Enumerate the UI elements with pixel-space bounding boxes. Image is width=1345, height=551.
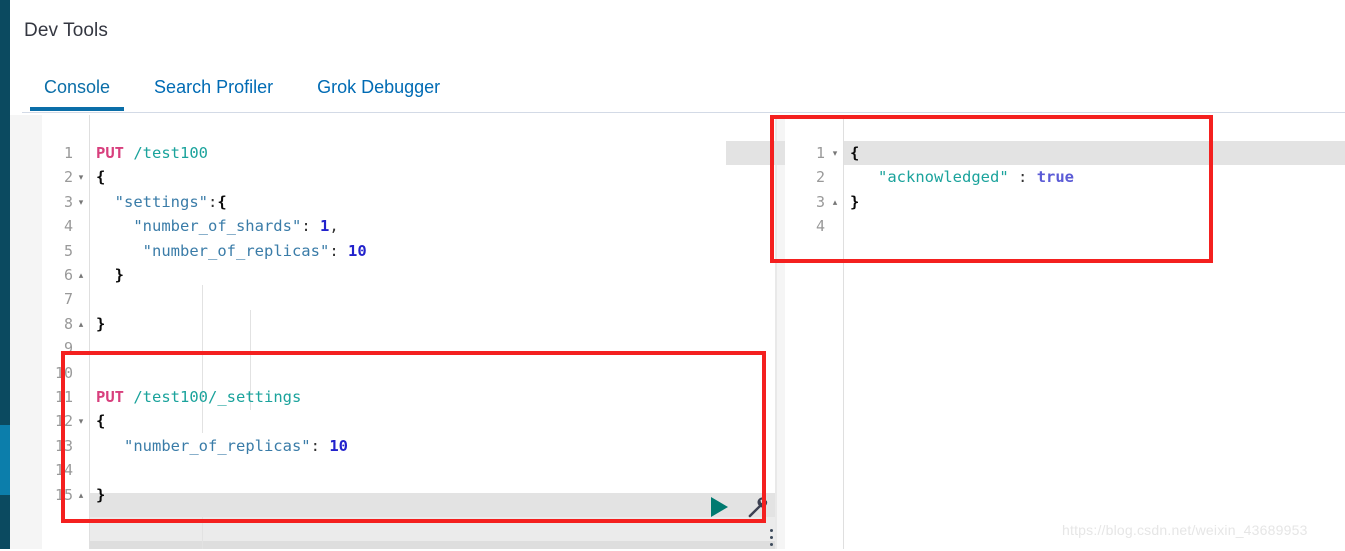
line-number: 2 <box>815 168 825 187</box>
response-gutter: 1 2 3 4 ▾ ▴ <box>785 115 844 549</box>
fold-toggle-icon[interactable]: ▴ <box>75 483 87 507</box>
line-number: 1 <box>63 144 73 162</box>
line-number: 12 <box>54 412 73 431</box>
fold-toggle-icon[interactable]: ▾ <box>75 190 87 214</box>
response-line: } <box>850 192 860 211</box>
fold-toggle-icon[interactable]: ▴ <box>829 190 841 214</box>
line-number: 6 <box>63 266 73 284</box>
request-editor[interactable]: 1 2 3 4 5 6 7 8 9 10 11 12 13 14 15 ▾ ▾ … <box>42 115 775 549</box>
line-number: 5 <box>63 241 73 260</box>
watermark: https://blog.csdn.net/weixin_43689953 <box>1062 522 1308 538</box>
code-line: { <box>96 168 106 187</box>
fold-toggle-icon[interactable]: ▾ <box>829 141 841 165</box>
pane-separator <box>775 115 777 549</box>
code-line: "number_of_shards": 1, <box>133 217 339 236</box>
code-line: "number_of_replicas": 10 <box>142 241 367 260</box>
line-number: 3 <box>63 192 73 211</box>
response-code-area: { "acknowledged" : true } <box>844 115 1345 549</box>
fold-toggle-icon[interactable]: ▴ <box>75 263 87 287</box>
line-number: 8 <box>63 314 73 333</box>
code-line: } <box>96 314 106 333</box>
tab-console[interactable]: Console <box>22 70 132 111</box>
tab-bar-divider <box>22 112 547 113</box>
code-line: PUT /test100/_settings <box>96 388 302 406</box>
fold-toggle-icon[interactable]: ▾ <box>75 165 87 189</box>
response-line: { <box>850 144 860 162</box>
code-line: "number_of_replicas": 10 <box>124 436 348 455</box>
line-number: 15 <box>54 485 73 504</box>
response-line: "acknowledged" : true <box>878 168 1075 187</box>
response-panel[interactable]: 1 2 3 4 ▾ ▴ { "acknowledged" : true } <box>726 115 1345 549</box>
line-number: 1 <box>815 144 825 162</box>
code-line: { <box>96 412 106 431</box>
tab-bar-divider-right <box>547 112 1345 113</box>
line-number: 4 <box>63 217 73 236</box>
page-header: Dev Tools Console Search Profiler Grok D… <box>10 0 1345 115</box>
line-number: 7 <box>63 290 73 309</box>
tab-grok-debugger[interactable]: Grok Debugger <box>295 70 462 104</box>
line-number: 2 <box>63 168 73 187</box>
line-number: 3 <box>815 192 825 211</box>
dev-tools-window: Dev Tools Console Search Profiler Grok D… <box>0 0 1345 549</box>
fold-toggle-icon[interactable]: ▴ <box>75 312 87 336</box>
line-number: 14 <box>54 461 73 480</box>
tab-search-profiler[interactable]: Search Profiler <box>132 70 295 104</box>
play-icon[interactable] <box>711 497 728 517</box>
nav-scroll-thumb[interactable] <box>0 425 10 495</box>
code-line: PUT /test100 <box>96 144 208 162</box>
response-line <box>844 214 1345 238</box>
editor-code-area[interactable]: PUT /test100 { "settings":{ "number_of_s… <box>90 115 775 549</box>
line-number: 9 <box>63 339 73 358</box>
line-number: 11 <box>54 388 73 406</box>
line-number: 4 <box>815 217 825 236</box>
fold-toggle-icon[interactable]: ▾ <box>75 409 87 433</box>
console-body: 1 2 3 4 5 6 7 8 9 10 11 12 13 14 15 ▾ ▾ … <box>10 115 1345 549</box>
global-nav-strip <box>0 0 10 549</box>
wrench-icon[interactable] <box>745 495 769 519</box>
line-number: 13 <box>54 436 73 455</box>
tab-bar: Console Search Profiler Grok Debugger <box>22 70 462 115</box>
page-title: Dev Tools <box>24 20 108 41</box>
code-line: } <box>114 266 125 284</box>
code-line: "settings":{ <box>114 192 227 211</box>
request-actions <box>667 493 768 519</box>
line-number: 10 <box>54 363 73 382</box>
editor-gutter: 1 2 3 4 5 6 7 8 9 10 11 12 13 14 15 ▾ ▾ … <box>42 115 90 549</box>
